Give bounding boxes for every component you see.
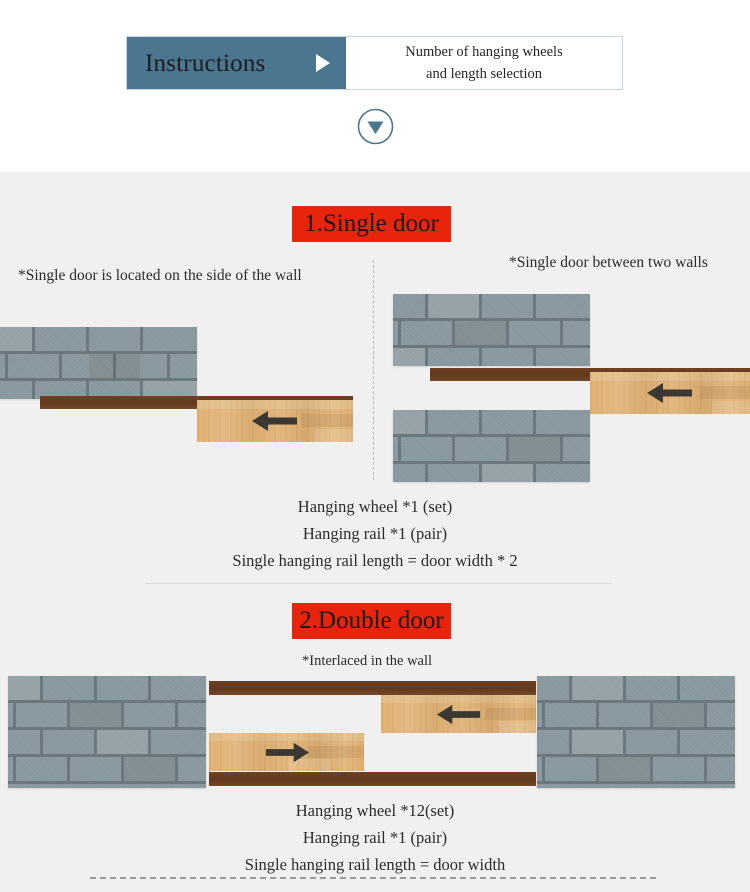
content-area: 1.Single door *Single door is located on… xyxy=(0,172,750,892)
spec-line: Hanging rail *1 (pair) xyxy=(302,524,448,543)
arrow-left-icon xyxy=(197,400,353,442)
header-band: Instructions Number of hanging wheels an… xyxy=(0,0,750,172)
diagram-door-right-single xyxy=(590,372,750,414)
bottom-dashed-divider xyxy=(90,877,656,879)
section-banner-double-door: 2.Double door xyxy=(292,603,451,639)
diagram-wall-double-right xyxy=(537,676,735,788)
vertical-dashed-divider xyxy=(373,260,374,480)
diagram-door-double-upper xyxy=(381,695,536,733)
instructions-tab[interactable]: Instructions xyxy=(127,37,346,89)
note-single-door-between-walls: *Single door between two walls xyxy=(509,254,708,271)
note-single-door-side-of-wall: *Single door is located on the side of t… xyxy=(18,267,302,284)
section-banner-single-door: 1.Single door xyxy=(292,206,451,242)
spec-line: Hanging wheel *12(set) xyxy=(295,801,455,820)
note-interlaced-in-the-wall: *Interlaced in the wall xyxy=(302,653,433,669)
diagram-wall-right-upper xyxy=(393,294,590,366)
instructions-header-bar: Instructions Number of hanging wheels an… xyxy=(126,36,623,90)
arrow-right-icon xyxy=(209,733,364,771)
arrow-left-icon xyxy=(590,372,750,414)
section-divider xyxy=(145,583,612,584)
diagram-door-double-lower xyxy=(209,733,364,771)
spec-line: Single hanging rail length = door width … xyxy=(232,551,518,570)
spec-double-door: Hanging wheel *12(set) Hanging rail *1 (… xyxy=(0,797,750,878)
diagram-door-left-single xyxy=(197,400,353,442)
spec-line: Single hanging rail length = door width xyxy=(244,855,506,874)
play-triangle-icon xyxy=(316,54,330,72)
diagram-wall-right-lower xyxy=(393,410,590,482)
instructions-tab-label: Instructions xyxy=(145,49,266,77)
arrow-left-icon xyxy=(381,695,536,733)
caption-line-1: Number of hanging wheels xyxy=(405,43,563,60)
caption-line-2: and length selection xyxy=(426,66,542,82)
instructions-caption: Number of hanging wheels and length sele… xyxy=(346,37,622,89)
diagram-wall-left-single xyxy=(0,327,197,399)
spec-line: Hanging wheel *1 (set) xyxy=(297,497,453,516)
chevron-down-circle-icon[interactable] xyxy=(357,108,394,145)
diagram-rail-double-top xyxy=(209,681,536,695)
diagram-wall-double-left xyxy=(8,676,206,788)
diagram-rail-double-bottom xyxy=(209,772,536,786)
spec-single-door: Hanging wheel *1 (set) Hanging rail *1 (… xyxy=(0,493,750,574)
spec-line: Hanging rail *1 (pair) xyxy=(302,828,448,847)
